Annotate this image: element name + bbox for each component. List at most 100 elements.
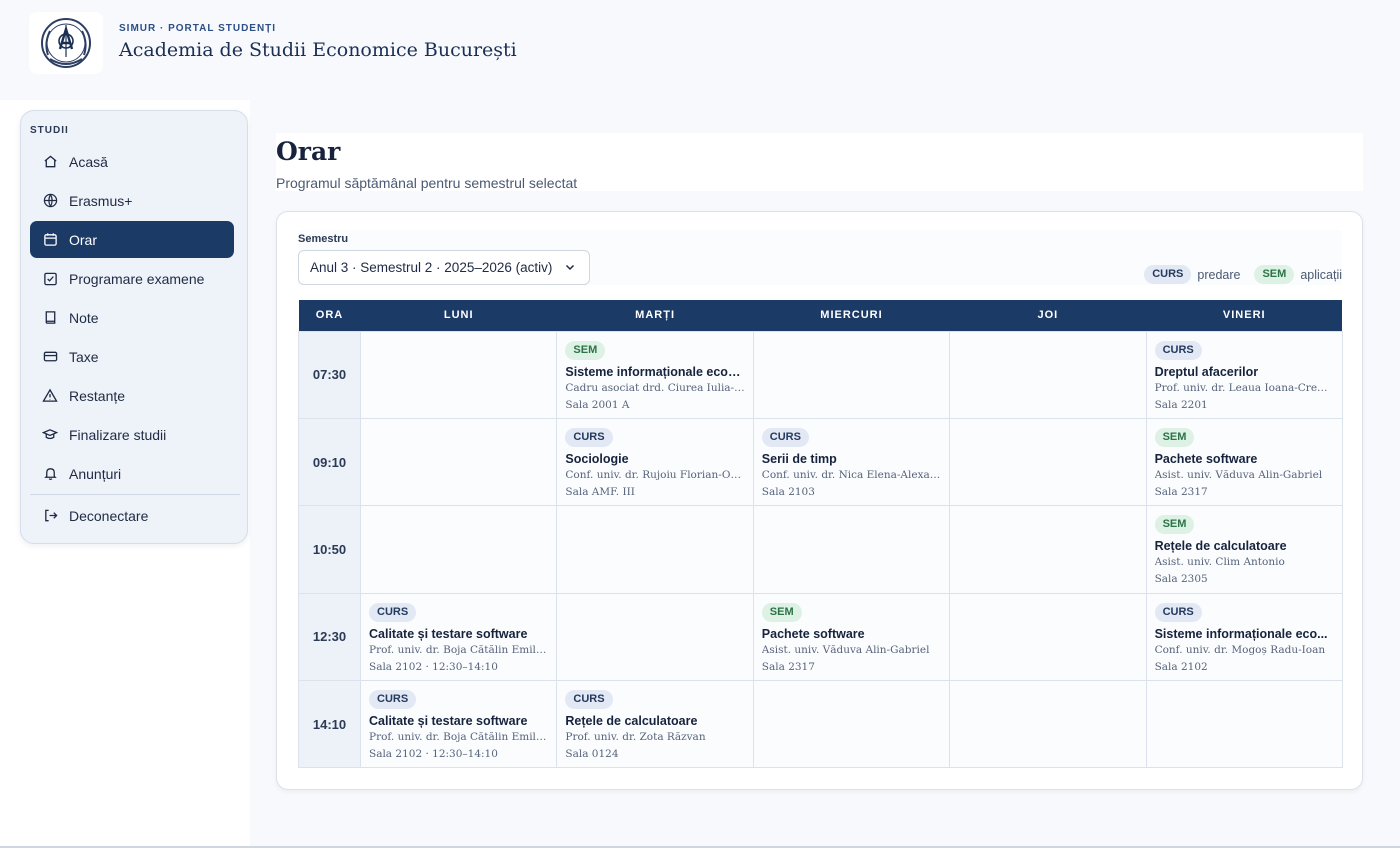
schedule-cell-marti — [556, 592, 754, 682]
schedule-cell-marti: CURS Sociologie Conf. univ. dr. Rujoiu Flo… — [556, 417, 754, 507]
sidebar-item-label: Taxe — [69, 348, 99, 365]
class-title: Dreptul afacerilor — [1154, 364, 1259, 379]
class-professor: Prof. univ. dr. Boja Cătălin Emilian — [369, 643, 549, 656]
badge-wrap: SEM — [1154, 514, 1334, 539]
class-room: Sala 2102 — [1154, 660, 1208, 673]
sidebar-item-label: Programare examene — [69, 270, 205, 287]
class-event[interactable]: CURS Calitate și testare software Prof. un… — [369, 602, 548, 673]
sidebar-item-label: Orar — [69, 231, 97, 248]
book-icon — [42, 310, 58, 326]
app-header: SIMUR · PORTAL STUDENȚI Academia de Stud… — [0, 0, 1400, 100]
graduation-cap-icon — [42, 427, 58, 443]
badge-wrap: CURS — [1154, 602, 1334, 627]
sidebar-item-taxe[interactable]: Taxe — [30, 338, 234, 375]
class-event[interactable]: SEM Rețele de calculatoare Asist. univ. Cl… — [1154, 514, 1334, 586]
class-event[interactable]: CURS Dreptul afacerilor Prof. univ. dr. Le… — [1154, 340, 1334, 411]
class-event[interactable]: CURS Calitate și testare software Prof. un… — [369, 689, 548, 760]
class-professor: Asist. univ. Văduva Alin-Gabriel — [761, 643, 930, 656]
brand-kicker: SIMUR · PORTAL STUDENȚI — [119, 23, 277, 34]
schedule-cell-joi — [949, 592, 1147, 682]
class-type-badge: CURS — [369, 690, 417, 710]
schedule-cell-marti: SEM Sisteme informaționale econo... Cadru … — [556, 330, 754, 419]
badge-wrap: CURS — [369, 602, 548, 627]
class-professor: Conf. univ. dr. Nica Elena-Alexandra — [761, 468, 942, 481]
class-professor: Prof. univ. dr. Boja Cătălin Emilian — [369, 731, 549, 744]
schedule-cell-joi — [949, 417, 1147, 507]
class-type-badge: SEM — [761, 602, 802, 622]
class-event[interactable]: CURS Rețele de calculatoare Prof. univ. dr… — [565, 689, 744, 760]
ase-seal-icon — [41, 18, 91, 68]
legend-curs-badge: CURS — [1144, 265, 1192, 284]
class-type-badge: CURS — [1154, 602, 1202, 622]
class-professor: Conf. univ. dr. Mogoș Radu-Ioan — [1154, 643, 1326, 656]
sidebar-item-orar[interactable]: Orar — [30, 221, 234, 258]
sidebar-item-restante[interactable]: Restanțe — [30, 377, 234, 414]
schedule-card: Semestru Anul 3 · Semestrul 2 · 2025–202… — [276, 211, 1363, 790]
class-room: Sala 2102 · 12:30–14:10 — [369, 660, 498, 673]
logout-icon — [42, 508, 58, 524]
class-room: Sala 2103 — [761, 485, 815, 498]
time-slot: 12:30 — [298, 592, 361, 682]
timetable: ORA LUNI MARȚI MIERCURI JOI VINERI 07:30… — [298, 300, 1343, 769]
schedule-cell-miercuri — [752, 330, 951, 419]
class-title: Sociologie — [565, 451, 629, 466]
time-slot: 07:30 — [298, 330, 361, 419]
sidebar-item-label: Anunțuri — [69, 465, 122, 482]
badge-wrap: CURS — [369, 689, 548, 714]
class-type-badge: SEM — [565, 340, 606, 360]
class-event[interactable]: SEM Sisteme informaționale econo... Cadru … — [565, 340, 745, 411]
class-professor: Cadru asociat drd. Ciurea Iulia-Cris... — [565, 381, 744, 394]
time-slot: 09:10 — [298, 417, 361, 507]
schedule-cell-vineri: CURS Sisteme informaționale eco... Conf. u… — [1145, 592, 1343, 682]
schedule-cell-miercuri — [752, 505, 951, 594]
class-type-badge: SEM — [1154, 515, 1195, 535]
timetable-row: 12:30 CURS Calitate și testare software Pro… — [298, 592, 1343, 682]
class-professor: Conf. univ. dr. Rujoiu Florian-Octavi... — [565, 468, 745, 481]
class-professor: Prof. univ. dr. Leaua Ioana-Crenguța — [1154, 381, 1334, 394]
home-icon — [42, 154, 58, 170]
class-title: Calitate și testare software — [369, 626, 528, 641]
class-professor: Asist. univ. Clim Antonio — [1154, 556, 1285, 569]
timetable-row: 10:50 SEM Rețele de calculatoare Asist. uni… — [298, 505, 1343, 594]
class-room: Sala 2201 — [1154, 398, 1208, 411]
ase-logo[interactable] — [29, 12, 103, 74]
class-room: Sala 2102 · 12:30–14:10 — [369, 748, 498, 761]
warning-icon — [42, 388, 58, 404]
badge-wrap: CURS — [1154, 340, 1334, 365]
sidebar-item-label: Restanțe — [69, 387, 126, 404]
header-luni: LUNI — [360, 300, 557, 331]
class-event[interactable]: CURS Serii de timp Conf. univ. dr. Nica El… — [761, 427, 942, 498]
semester-select[interactable]: Anul 3 · Semestrul 2 · 2025–2026 (activ) — [298, 250, 590, 285]
sidebar-item-note[interactable]: Note — [30, 299, 234, 336]
sidebar: STUDII Acasă Erasmus+ Orar Programare ex… — [20, 110, 248, 544]
class-event[interactable]: SEM Pachete software Asist. univ. Văduva A… — [761, 602, 941, 673]
sidebar-item-erasmus[interactable]: Erasmus+ — [30, 182, 234, 219]
timetable-row: 07:30 SEM Sisteme informaționale econo... C… — [298, 330, 1343, 419]
sidebar-item-programare-examene[interactable]: Programare examene — [30, 260, 234, 297]
schedule-cell-luni — [359, 330, 558, 419]
class-title: Pachete software — [761, 626, 865, 641]
class-event[interactable]: SEM Pachete software Asist. univ. Văduva A… — [1154, 427, 1334, 498]
class-type-badge: CURS — [565, 427, 613, 447]
schedule-cell-luni: CURS Calitate și testare software Prof. un… — [359, 680, 558, 769]
schedule-cell-luni: CURS Calitate și testare software Prof. un… — [359, 592, 558, 682]
sidebar-item-finalizare-studii[interactable]: Finalizare studii — [30, 416, 234, 453]
sidebar-item-acasa[interactable]: Acasă — [30, 143, 234, 180]
logout-button[interactable]: Deconectare — [30, 497, 234, 534]
schedule-cell-vineri: SEM Rețele de calculatoare Asist. univ. Cl… — [1145, 505, 1343, 594]
sidebar-item-label: Note — [69, 309, 99, 326]
badge-wrap: CURS — [565, 427, 744, 452]
schedule-cell-vineri: CURS Dreptul afacerilor Prof. univ. dr. Le… — [1145, 330, 1343, 419]
class-professor: Prof. univ. dr. Zota Răzvan — [565, 731, 706, 744]
sidebar-item-anunturi[interactable]: Anunțuri — [30, 455, 234, 492]
class-room: Sala 2305 — [1154, 573, 1208, 586]
globe-icon — [42, 193, 58, 209]
legend-curs-text: predare — [1197, 267, 1241, 282]
legend-sem-badge: SEM — [1254, 265, 1295, 284]
class-event[interactable]: CURS Sociologie Conf. univ. dr. Rujoiu Flo… — [565, 427, 745, 498]
timetable-header-row: ORA LUNI MARȚI MIERCURI JOI VINERI — [298, 300, 1343, 331]
class-event[interactable]: CURS Sisteme informaționale eco... Conf. u… — [1154, 602, 1334, 673]
time-slot: 10:50 — [298, 505, 361, 594]
class-type-badge: CURS — [761, 427, 809, 447]
legend-sem-text: aplicații — [1300, 267, 1342, 282]
